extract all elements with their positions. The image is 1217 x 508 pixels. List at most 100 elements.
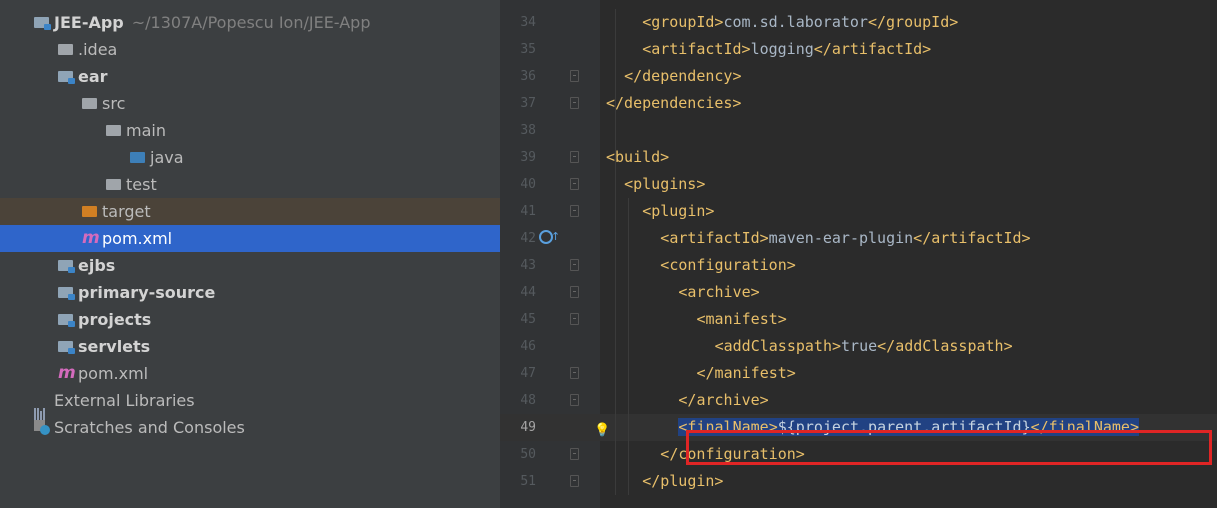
tree-item-label: primary-source	[78, 279, 215, 306]
code-line[interactable]: 51 </plugin>	[500, 468, 1217, 495]
tree-item[interactable]: src	[0, 90, 500, 117]
fold-marker-icon[interactable]	[570, 97, 579, 109]
tree-item[interactable]: projects	[0, 306, 500, 333]
tree-item-text: java	[150, 148, 184, 167]
code-text: <manifest>	[696, 310, 787, 328]
tree-item[interactable]: main	[0, 117, 500, 144]
fold-marker-icon[interactable]	[570, 205, 579, 217]
code-text: </manifest>	[696, 364, 796, 382]
folder-icon	[82, 98, 97, 109]
tree-item-label: pom.xml	[102, 225, 172, 252]
tree-item[interactable]: ear	[0, 63, 500, 90]
fold-marker-icon[interactable]	[570, 259, 579, 271]
tree-item-label: Scratches and Consoles	[54, 414, 245, 441]
project-tree-panel: JEE-App ~/1307A/Popescu Ion/JEE-App .idea e…	[0, 0, 500, 508]
fold-marker-icon[interactable]	[570, 178, 579, 190]
tree-item-text: servlets	[78, 337, 151, 356]
project-path: ~/1307A/Popescu Ion/JEE-App	[131, 13, 371, 32]
tree-item[interactable]: test	[0, 171, 500, 198]
line-number: 39	[520, 150, 536, 165]
module-folder-icon	[58, 341, 75, 354]
code-line[interactable]: 34 <groupId>com.sd.laborator</groupId>	[500, 9, 1217, 36]
tree-item[interactable]: External Libraries	[0, 387, 500, 421]
line-number: 49	[520, 420, 536, 435]
fold-marker-icon[interactable]	[570, 367, 579, 379]
tree-item[interactable]: Scratches and Consoles	[0, 414, 500, 441]
folder-icon	[106, 179, 121, 190]
code-line[interactable]: 37 </dependencies>	[500, 90, 1217, 117]
tree-item[interactable]: java	[0, 144, 500, 171]
lightbulb-icon[interactable]: 💡	[594, 417, 610, 444]
fold-marker-icon[interactable]	[570, 475, 579, 487]
code-text: <configuration>	[660, 256, 796, 274]
tree-item[interactable]: primary-source	[0, 279, 500, 306]
code-text: </dependency>	[624, 67, 742, 85]
tree-item[interactable]: target	[0, 198, 500, 225]
fold-marker-icon[interactable]	[570, 151, 579, 163]
folder-icon	[106, 125, 121, 136]
tree-item-label: JEE-App ~/1307A/Popescu Ion/JEE-App	[54, 9, 370, 36]
code-line[interactable]: 36 </dependency>	[500, 63, 1217, 90]
code-text: <groupId>com.sd.laborator</groupId>	[642, 13, 959, 31]
maven-icon: m	[58, 363, 76, 383]
code-text: <artifactId>logging</artifactId>	[642, 40, 932, 58]
module-folder-icon	[58, 314, 75, 327]
line-number: 38	[520, 123, 536, 138]
fold-marker-icon[interactable]	[570, 448, 579, 460]
code-editor[interactable]: 34 <groupId>com.sd.laborator</groupId> 35 <…	[500, 0, 1217, 508]
line-number: 51	[520, 474, 536, 489]
code-text: <plugin>	[642, 202, 715, 220]
line-number: 46	[520, 339, 536, 354]
tree-item-text: target	[102, 202, 151, 221]
libraries-icon	[34, 394, 48, 421]
folder-icon	[58, 44, 73, 55]
fold-marker-icon[interactable]	[570, 70, 579, 82]
code-line[interactable]: 35 <artifactId>logging</artifactId>	[500, 36, 1217, 63]
line-number: 34	[520, 15, 536, 30]
indent-guide	[628, 198, 630, 495]
tree-item[interactable]: ejbs	[0, 252, 500, 279]
code-line[interactable]: 41 <plugin>	[500, 198, 1217, 225]
code-line[interactable]: 42 <artifactId>maven-ear-plugin</artifact…	[500, 223, 1217, 252]
tree-item-text: ejbs	[78, 256, 116, 275]
module-folder-icon	[58, 71, 75, 84]
code-line[interactable]: 43 <configuration>	[500, 252, 1217, 279]
tree-item-label: java	[150, 144, 184, 171]
highlight-box	[686, 430, 1212, 465]
tree-item[interactable]: m pom.xml	[0, 360, 500, 387]
code-line[interactable]: 44 <archive>	[500, 279, 1217, 306]
code-line[interactable]: 38	[500, 117, 1217, 144]
code-line[interactable]: 39 <build>	[500, 144, 1217, 171]
tree-item-text: External Libraries	[54, 391, 195, 410]
tree-item[interactable]: .idea	[0, 36, 500, 63]
fold-marker-icon[interactable]	[570, 394, 579, 406]
indent-guide	[615, 9, 617, 495]
code-text: <addClasspath>true</addClasspath>	[714, 337, 1013, 355]
code-line[interactable]: 46 <addClasspath>true</addClasspath>	[500, 333, 1217, 360]
code-line[interactable]: 45 <manifest>	[500, 306, 1217, 333]
tree-item-text: pom.xml	[78, 364, 149, 383]
tree-item-text: primary-source	[78, 283, 216, 302]
excluded-folder-icon	[82, 206, 97, 217]
line-number: 43	[520, 258, 536, 273]
tree-item[interactable]: servlets	[0, 333, 500, 360]
tree-item-label: .idea	[78, 36, 117, 63]
module-folder-icon	[58, 260, 75, 273]
fold-marker-icon[interactable]	[570, 313, 579, 325]
override-method-icon[interactable]	[539, 223, 560, 250]
tree-item[interactable]: JEE-App ~/1307A/Popescu Ion/JEE-App	[0, 9, 500, 36]
fold-marker-icon[interactable]	[570, 286, 579, 298]
code-line[interactable]: 48 </archive>	[500, 387, 1217, 414]
code-text: </archive>	[678, 391, 769, 409]
code-text: </plugin>	[642, 472, 724, 490]
tree-item-text: .idea	[78, 40, 118, 59]
code-text: <archive>	[678, 283, 760, 301]
code-line[interactable]: 40 <plugins>	[500, 171, 1217, 198]
line-number: 45	[520, 312, 536, 327]
tree-item-text: main	[126, 121, 166, 140]
tree-item[interactable]: m pom.xml	[0, 225, 500, 252]
tree-item-label: ejbs	[78, 252, 115, 279]
line-number: 42	[520, 231, 536, 246]
line-number: 35	[520, 42, 536, 57]
code-line[interactable]: 47 </manifest>	[500, 360, 1217, 387]
